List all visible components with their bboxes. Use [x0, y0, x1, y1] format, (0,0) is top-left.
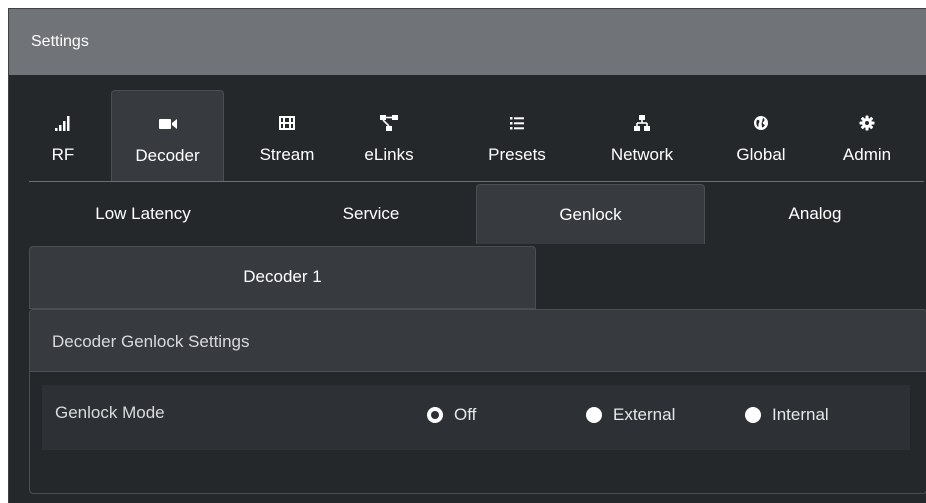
nav-tab-label: Global	[736, 145, 786, 164]
nav-tab-label: Stream	[259, 145, 315, 164]
nav-tab-label: Decoder	[135, 146, 200, 165]
radio-internal-label: Internal	[772, 405, 829, 424]
video-camera-icon	[112, 115, 223, 133]
nav-tab-label: Admin	[842, 145, 892, 164]
genlock-settings-panel: Decoder Genlock Settings Genlock Mode Of…	[29, 309, 926, 494]
gear-icon	[827, 114, 907, 132]
nav-tab-global[interactable]: Global	[721, 90, 801, 181]
radio-external-indicator[interactable]	[586, 407, 602, 423]
sitemap-icon	[594, 114, 690, 132]
window-title: Settings	[31, 33, 89, 50]
genlock-mode-label: Genlock Mode	[55, 403, 165, 422]
nav-divider	[29, 181, 924, 182]
nav-tab-decoder[interactable]: Decoder	[111, 90, 224, 181]
panel-header: Decoder Genlock Settings	[30, 310, 926, 372]
nav-tab-stream[interactable]: Stream	[245, 90, 329, 181]
nav-tab-rf[interactable]: RF	[27, 90, 99, 181]
radio-off-indicator[interactable]	[427, 407, 443, 423]
network-links-icon	[352, 114, 426, 132]
radio-internal[interactable]: Internal	[745, 405, 829, 425]
subtab-genlock[interactable]: Genlock	[476, 184, 705, 244]
genlock-mode-row: Genlock Mode Off External Internal	[42, 385, 910, 450]
settings-window: Settings RF Decoder Stream eLinks Preset…	[8, 8, 926, 503]
nav-tab-elinks[interactable]: eLinks	[352, 90, 426, 181]
radio-internal-indicator[interactable]	[745, 407, 761, 423]
nav-tab-admin[interactable]: Admin	[827, 90, 907, 181]
nav-tab-presets[interactable]: Presets	[475, 90, 559, 181]
radio-off[interactable]: Off	[427, 405, 476, 425]
list-icon	[475, 114, 559, 132]
title-bar: Settings	[9, 9, 926, 76]
nav-tab-label: Network	[610, 145, 674, 164]
subtab-service[interactable]: Service	[257, 184, 485, 244]
subtab-analog[interactable]: Analog	[705, 184, 925, 244]
nav-tab-label: Presets	[488, 145, 546, 164]
nav-tab-label: eLinks	[364, 145, 414, 164]
radio-external[interactable]: External	[586, 405, 675, 425]
globe-icon	[721, 114, 801, 132]
nav-tab-label: RF	[51, 145, 75, 164]
signal-bars-icon	[27, 114, 99, 132]
film-icon	[245, 114, 329, 132]
tab-decoder-1[interactable]: Decoder 1	[29, 246, 536, 309]
subtab-bar: Low Latency Service Genlock Analog	[29, 184, 924, 244]
panel-title: Decoder Genlock Settings	[52, 332, 250, 351]
subtab-low-latency[interactable]: Low Latency	[29, 184, 257, 244]
nav-tab-network[interactable]: Network	[594, 90, 690, 181]
radio-off-label: Off	[454, 405, 477, 424]
radio-external-label: External	[613, 405, 676, 424]
